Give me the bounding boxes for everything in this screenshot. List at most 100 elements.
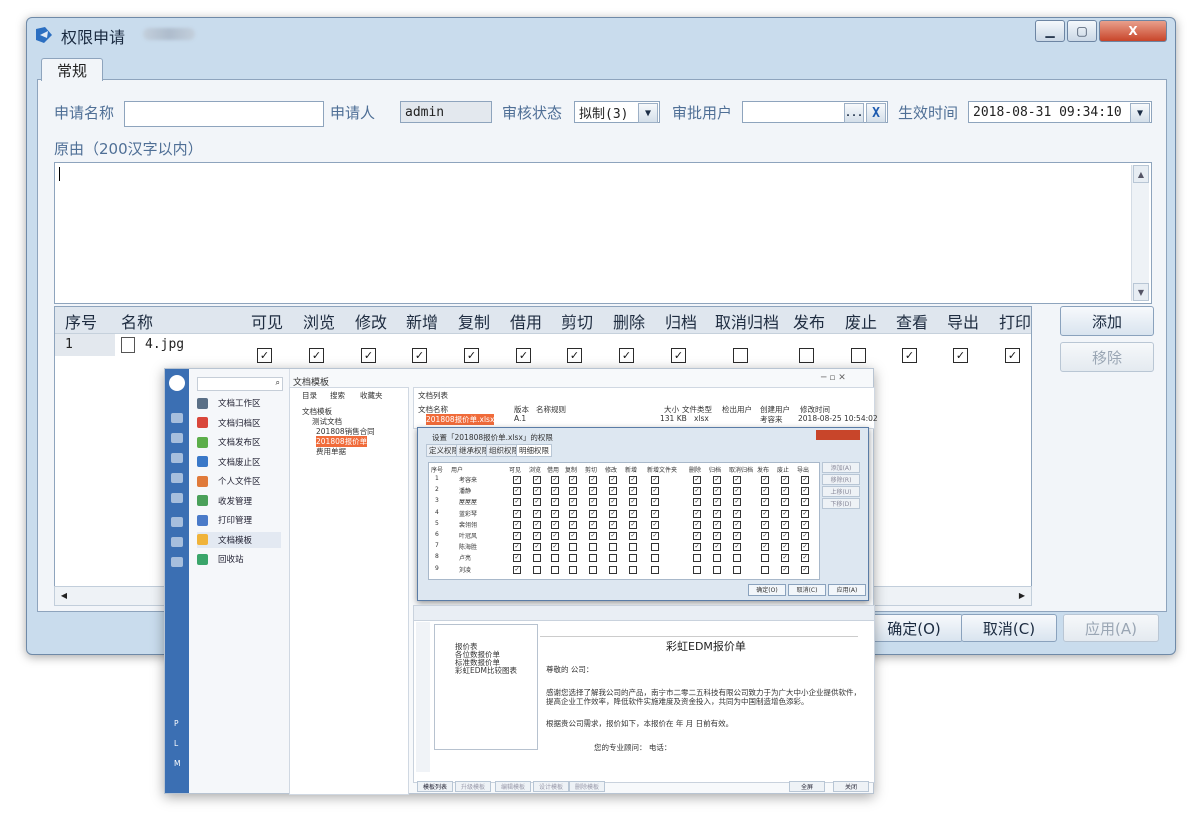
grid-checkbox[interactable]: ✓ [513, 520, 521, 529]
grid-checkbox[interactable] [589, 543, 597, 552]
grid-checkbox[interactable]: ✓ [551, 532, 559, 540]
folder-tree[interactable]: 目录 搜索 收藏夹 文档模板 测试文档 201808销售合同 201808报价单… [289, 387, 409, 795]
dialog-side-button[interactable]: 添加(A) [822, 462, 860, 473]
grid-checkbox[interactable]: ✓ [781, 532, 789, 540]
grid-checkbox[interactable]: ✓ [713, 520, 721, 529]
grid-checkbox[interactable]: ✓ [589, 487, 597, 496]
grid-checkbox[interactable]: ✓ [761, 498, 769, 507]
grid-checkbox[interactable]: ✓ [733, 487, 741, 496]
overlay-bottom-button[interactable]: 升级模板 [455, 781, 491, 792]
grid-checkbox[interactable] [551, 554, 559, 563]
tree-tab[interactable]: 目录 [302, 390, 317, 401]
chart-icon[interactable] [171, 453, 183, 463]
search-input[interactable]: ⌕ [197, 377, 283, 391]
grid-checkbox[interactable]: ✓ [693, 487, 701, 496]
review-status-select[interactable]: 拟制(3) ▼ [574, 101, 660, 123]
grid-checkbox[interactable]: ✓ [693, 543, 701, 552]
grid-checkbox[interactable]: ✓ [629, 520, 637, 529]
grid-checkbox[interactable] [609, 543, 617, 552]
grid-checkbox[interactable]: ✓ [513, 532, 521, 540]
table-row[interactable]: 1 4.jpg [55, 334, 1031, 356]
sheet-side-toolbar[interactable] [416, 622, 430, 772]
grid-checkbox[interactable]: ✓ [609, 509, 617, 518]
sheet-outline-panel[interactable]: 报价表 各位数报价单 标准数报价单 彩虹EDM比较图表 [434, 624, 538, 750]
nav-item[interactable]: 回收站 [197, 551, 281, 567]
grid-checkbox[interactable]: ✓ [693, 532, 701, 540]
permission-checkbox[interactable] [733, 348, 748, 363]
grid-checkbox[interactable]: ✓ [513, 565, 521, 574]
grid-checkbox[interactable] [713, 554, 721, 563]
grid-checkbox[interactable] [533, 554, 541, 563]
grid-checkbox[interactable] [609, 554, 617, 563]
grid-checkbox[interactable]: ✓ [761, 509, 769, 518]
grid-checkbox[interactable]: ✓ [801, 509, 809, 518]
grid-checkbox[interactable]: ✓ [609, 487, 617, 496]
apply-button[interactable]: 应用(A) [1063, 614, 1159, 642]
nav-item[interactable]: 收发管理 [197, 493, 281, 509]
permission-checkbox[interactable]: ✓ [309, 348, 324, 363]
add-button[interactable]: 添加 [1060, 306, 1154, 336]
request-name-input[interactable] [124, 101, 324, 127]
permission-checkbox[interactable]: ✓ [902, 348, 917, 363]
grid-checkbox[interactable]: ✓ [801, 476, 809, 484]
grid-checkbox[interactable]: ✓ [551, 520, 559, 529]
effective-time-picker[interactable]: 2018-08-31 09:34:10 ▼ [968, 101, 1152, 123]
grid-checkbox[interactable] [693, 554, 701, 563]
grid-checkbox[interactable]: ✓ [533, 520, 541, 529]
permission-checkbox[interactable] [851, 348, 866, 363]
grid-checkbox[interactable]: ✓ [533, 532, 541, 540]
grid-checkbox[interactable]: ✓ [551, 509, 559, 518]
grid-checkbox[interactable] [569, 543, 577, 552]
grid-checkbox[interactable]: ✓ [629, 487, 637, 496]
permission-checkbox[interactable]: ✓ [464, 348, 479, 363]
grid-checkbox[interactable]: ✓ [551, 487, 559, 496]
nav-item[interactable]: 文档废止区 [197, 454, 281, 470]
dialog-close-icon[interactable] [816, 430, 860, 440]
grid-checkbox[interactable]: ✓ [693, 520, 701, 529]
qr-code-icon[interactable] [171, 537, 183, 547]
qr-code-icon[interactable] [171, 517, 183, 527]
grid-checkbox[interactable]: ✓ [569, 498, 577, 507]
ok-button[interactable]: 确定(O) [865, 614, 963, 642]
overlay-bottom-button[interactable]: 模板列表 [417, 781, 453, 792]
tree-tab[interactable]: 搜索 [330, 390, 345, 401]
permission-checkbox[interactable]: ✓ [953, 348, 968, 363]
grid-checkbox[interactable]: ✓ [651, 476, 659, 484]
grid-checkbox[interactable]: ✓ [533, 543, 541, 552]
search-icon[interactable]: ⌕ [276, 378, 280, 388]
grid-checkbox[interactable] [733, 554, 741, 563]
grid-checkbox[interactable]: ✓ [761, 532, 769, 540]
grid-checkbox[interactable]: ✓ [513, 543, 521, 552]
grid-checkbox[interactable]: ✓ [551, 543, 559, 552]
grid-checkbox[interactable]: ✓ [781, 509, 789, 518]
grid-checkbox[interactable] [761, 565, 769, 574]
grid-checkbox[interactable]: ✓ [781, 476, 789, 484]
permission-checkbox[interactable]: ✓ [257, 348, 272, 363]
grid-checkbox[interactable]: ✓ [713, 498, 721, 507]
grid-checkbox[interactable]: ✓ [761, 476, 769, 484]
grid-checkbox[interactable]: ✓ [569, 487, 577, 496]
grid-checkbox[interactable]: ✓ [733, 520, 741, 529]
grid-checkbox[interactable]: ✓ [589, 520, 597, 529]
permission-checkbox[interactable]: ✓ [567, 348, 582, 363]
grid-checkbox[interactable]: ✓ [629, 532, 637, 540]
permission-checkbox[interactable]: ✓ [671, 348, 686, 363]
grid-checkbox[interactable]: ✓ [761, 520, 769, 529]
overlay-bottom-button[interactable]: 编辑模板 [495, 781, 531, 792]
nav-item[interactable]: 个人文件区 [197, 473, 281, 489]
grid-checkbox[interactable]: ✓ [569, 476, 577, 484]
grid-checkbox[interactable] [761, 554, 769, 563]
dialog-permission-grid[interactable]: 序号 用户 可见 浏览 借用 复制 剪切 修改 新增 新增文件夹 删除 归档 取消归档 发布 废止 导出 1 考容… [428, 462, 820, 580]
overlay-bottom-button[interactable]: 关闭 [833, 781, 869, 792]
grid-checkbox[interactable]: ✓ [651, 509, 659, 518]
scroll-left-icon[interactable]: ◀ [57, 588, 71, 602]
grid-checkbox[interactable]: ✓ [651, 487, 659, 496]
grid-checkbox[interactable]: ✓ [533, 498, 541, 507]
overlay-bottom-button[interactable]: 全屏 [789, 781, 825, 792]
grid-checkbox[interactable]: ✓ [589, 532, 597, 540]
permission-checkbox[interactable]: ✓ [1005, 348, 1020, 363]
grid-checkbox[interactable]: ✓ [513, 554, 521, 563]
outline-item[interactable]: 彩虹EDM比较图表 [455, 665, 517, 676]
maximize-button[interactable]: ▢ [1067, 20, 1097, 42]
grid-checkbox[interactable]: ✓ [713, 532, 721, 540]
